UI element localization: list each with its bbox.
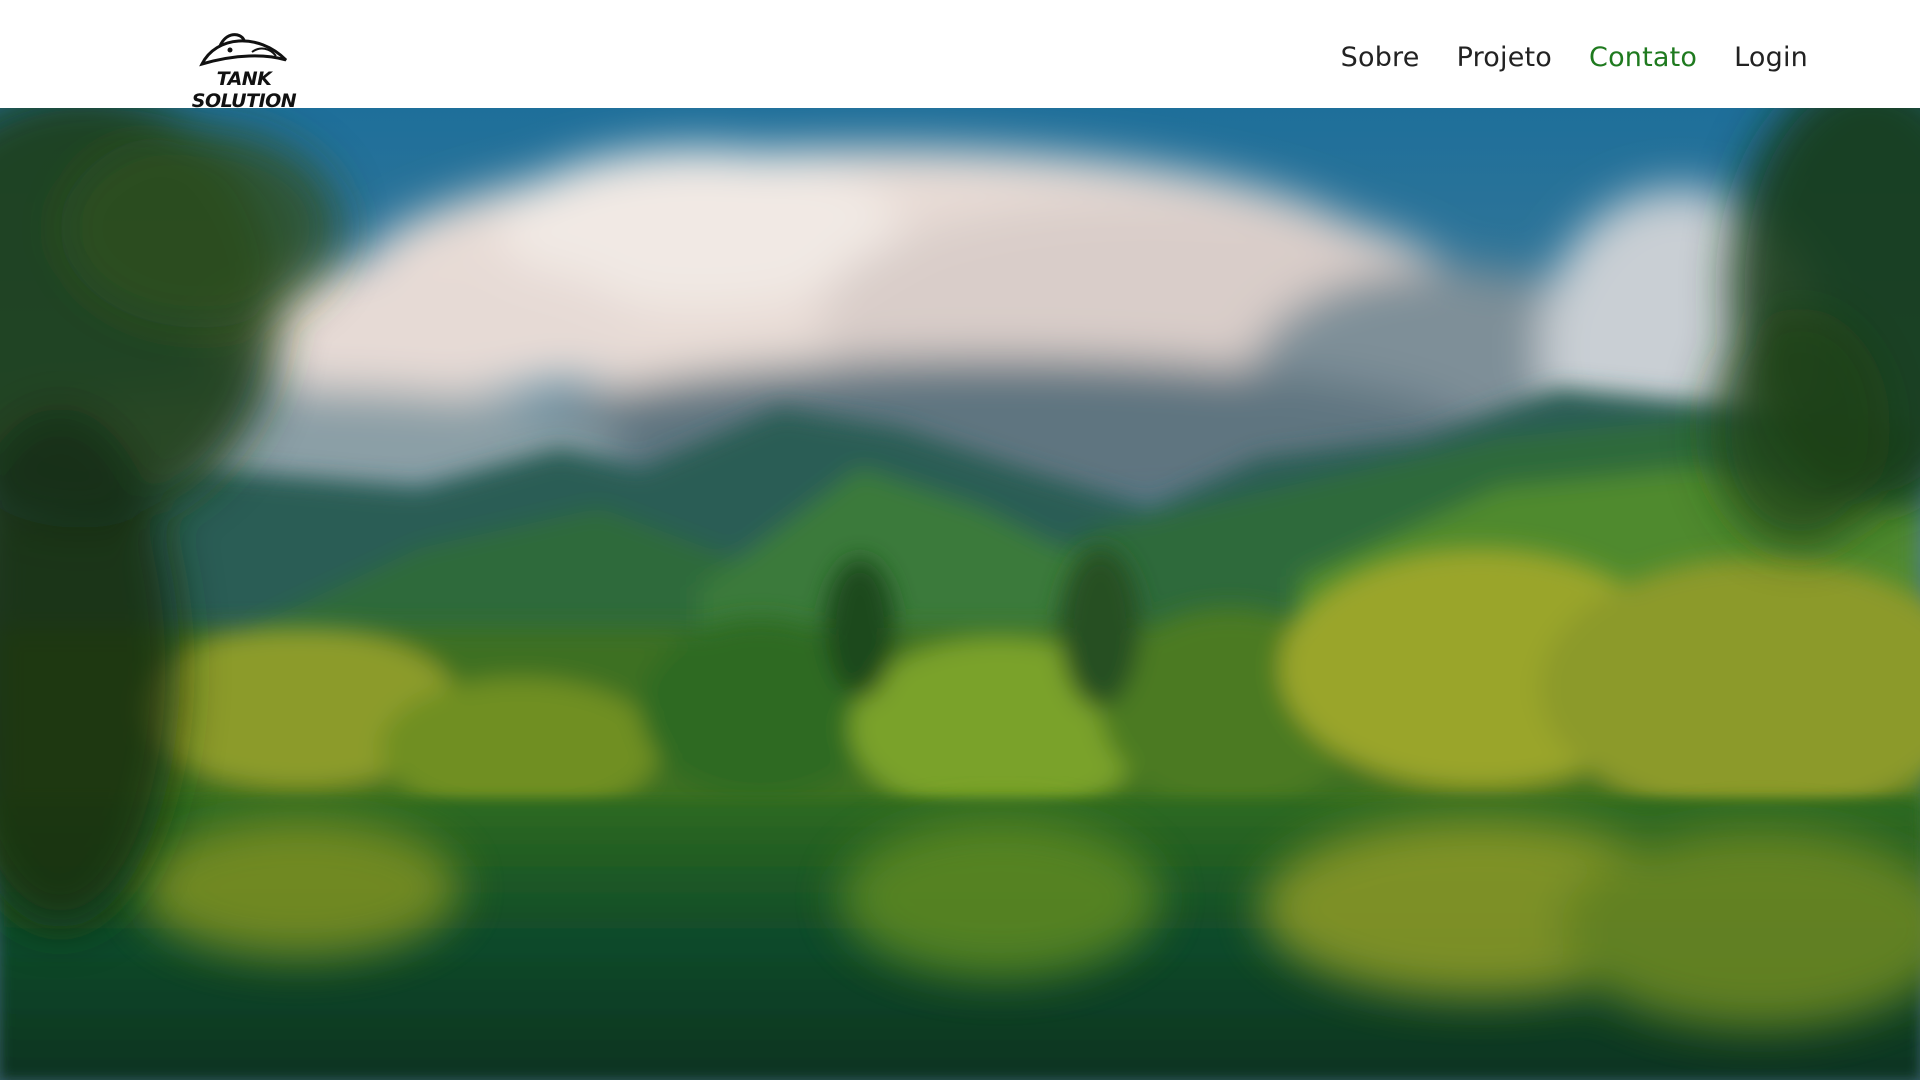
brand-name: TANK SOLUTION [191,68,297,112]
main-nav: Sobre Projeto Contato Login [1341,42,1808,73]
hero-banner [0,108,1920,1080]
nav-link-projeto[interactable]: Projeto [1457,42,1552,73]
site-header: TANK SOLUTION Sobre Projeto Contato Logi… [0,0,1920,112]
hero-landscape-image [0,108,1920,1080]
brand-logo[interactable]: TANK SOLUTION [174,30,314,112]
nav-link-sobre[interactable]: Sobre [1341,42,1420,73]
nav-link-contato[interactable]: Contato [1589,42,1697,73]
fish-icon [199,33,288,67]
nav-link-login[interactable]: Login [1734,42,1808,73]
